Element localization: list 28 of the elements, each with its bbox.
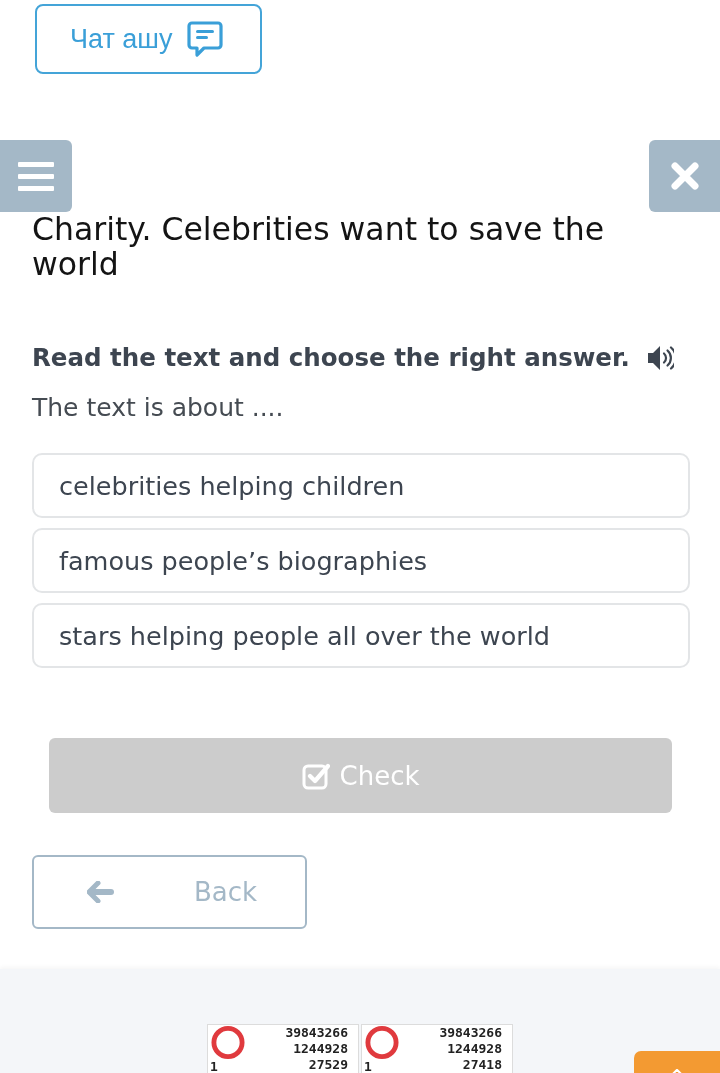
checkbox-icon [301, 761, 330, 790]
scroll-top-button[interactable] [634, 1051, 720, 1073]
menu-icon [18, 161, 54, 191]
counter-index: 1 [210, 1060, 219, 1073]
ring-icon [210, 1025, 246, 1060]
counter-number: 39843266 [439, 1025, 502, 1041]
menu-button[interactable] [0, 140, 72, 212]
counter-number: 1244928 [447, 1041, 502, 1057]
counter-index: 1 [364, 1060, 373, 1073]
answer-option[interactable]: famous people’s biographies [32, 528, 690, 593]
counter-number: 27418 [462, 1057, 502, 1073]
lesson-title: Charity. Celebrities want to save the world [31, 212, 606, 282]
counter-badge[interactable]: 1 39843266 1244928 27418 [361, 1024, 513, 1073]
question-text: The text is about .... [32, 392, 285, 424]
counter-badge[interactable]: 1 39843266 1244928 27529 [207, 1024, 359, 1073]
chat-icon [187, 21, 224, 57]
counter-number: 1244928 [293, 1041, 348, 1057]
arrow-left-icon [87, 881, 114, 903]
answer-option[interactable]: celebrities helping children [32, 453, 690, 518]
counter-number: 39843266 [285, 1025, 348, 1041]
speaker-icon[interactable] [646, 344, 674, 372]
answer-option[interactable]: stars helping people all over the world [32, 603, 690, 668]
close-button[interactable] [649, 140, 720, 212]
ring-icon [364, 1025, 400, 1060]
instruction-text: Read the text and choose the right answer. [32, 342, 630, 374]
counter-number: 27529 [308, 1057, 348, 1073]
chevron-up-icon [671, 1069, 683, 1073]
close-icon [670, 162, 699, 190]
